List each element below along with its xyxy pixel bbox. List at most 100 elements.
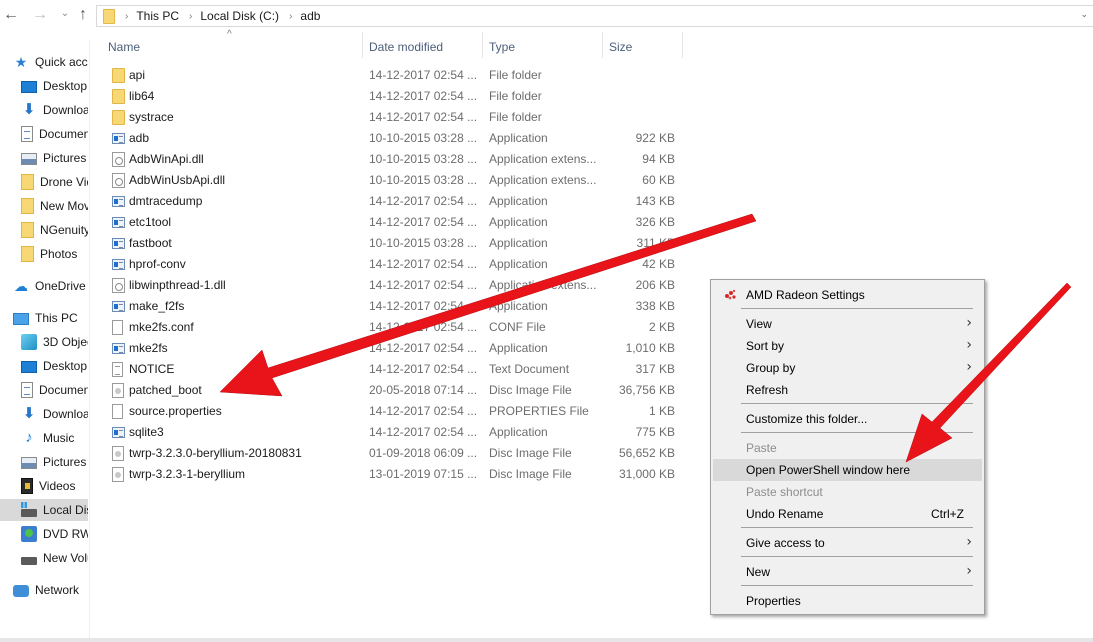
file-row[interactable]: libwinpthread-1.dll 14-12-2017 02:54 ... A… (100, 275, 680, 296)
menu-item-group-by[interactable]: Group by › (713, 357, 982, 379)
sidebar-item-quick-access[interactable]: ★ Quick access (0, 51, 88, 73)
menu-item-undo-rename[interactable]: Undo Rename Ctrl+Z (713, 503, 982, 525)
sidebar-item-pictures-pinned[interactable]: Pictures ✚ (0, 147, 88, 169)
folder-icon (103, 8, 115, 24)
column-header-date-modified[interactable]: Date modified (369, 40, 443, 54)
sidebar-item-downloads[interactable]: ⬇ Downloads (0, 403, 88, 425)
breadcrumb-adb[interactable]: adb (300, 9, 320, 23)
column-divider[interactable] (362, 32, 363, 58)
file-row[interactable]: mke2fs.conf 14-12-2017 02:54 ... CONF File… (100, 317, 680, 338)
menu-item-new[interactable]: New › (713, 561, 982, 583)
file-row[interactable]: hprof-conv 14-12-2017 02:54 ... Applicatio… (100, 254, 680, 275)
address-dropdown-icon[interactable]: ⌄ (1080, 9, 1088, 20)
chevron-right-icon: › (966, 563, 972, 579)
sidebar-item-new-volume[interactable]: New Volume (0, 547, 88, 569)
desktop-icon (21, 81, 37, 93)
file-row[interactable]: patched_boot 20-05-2018 07:14 ... Disc Ima… (100, 380, 680, 401)
file-row[interactable]: AdbWinApi.dll 10-10-2015 03:28 ... Applica… (100, 149, 680, 170)
menu-item-sort-by[interactable]: Sort by › (713, 335, 982, 357)
sidebar-item-local-disk[interactable]: Local Disk (C:) (0, 499, 88, 521)
sidebar-item-label: Pictures (43, 455, 87, 469)
file-row[interactable]: twrp-3.2.3-1-beryllium 13-01-2019 07:15 .… (100, 464, 680, 485)
application-icon (112, 427, 125, 438)
sidebar-item-videos[interactable]: Videos (0, 475, 88, 497)
file-row[interactable]: sqlite3 14-12-2017 02:54 ... Application 77… (100, 422, 680, 443)
sidebar-item-photos[interactable]: Photos (0, 243, 88, 265)
sidebar-item-documents-pinned[interactable]: Documents ✚ (0, 123, 88, 145)
file-date-modified: 10-10-2015 03:28 ... (369, 173, 478, 187)
dll-file-icon (112, 173, 125, 188)
breadcrumb-separator-icon[interactable]: › (125, 11, 128, 22)
sidebar-item-label: Drone Videos (40, 175, 88, 189)
file-date-modified: 14-12-2017 02:54 ... (369, 194, 478, 208)
sidebar-item-downloads-pinned[interactable]: ⬇ Downloads ✚ (0, 99, 88, 121)
file-date-modified: 14-12-2017 02:54 ... (369, 257, 478, 271)
breadcrumb-separator-icon[interactable]: › (189, 11, 192, 22)
column-header-type[interactable]: Type (489, 40, 515, 54)
3d-objects-icon (21, 334, 37, 350)
column-divider[interactable] (682, 32, 683, 58)
column-header-name[interactable]: Name (108, 40, 140, 54)
back-arrow-icon[interactable]: ← (2, 6, 20, 24)
sidebar-item-network[interactable]: Network (0, 579, 88, 601)
recent-locations-chevron-icon[interactable]: ⌄ (56, 8, 74, 19)
file-size: 317 KB (635, 362, 675, 376)
menu-item-properties[interactable]: Properties (713, 590, 982, 612)
file-row[interactable]: adb 10-10-2015 03:28 ... Application 922 KB (100, 128, 680, 149)
breadcrumb-separator-icon[interactable]: › (289, 11, 292, 22)
sidebar-item-ngenuity[interactable]: NGenuity (0, 219, 88, 241)
file-name: lib64 (129, 89, 155, 103)
file-name: twrp-3.2.3.0-beryllium-20180831 (129, 446, 302, 460)
column-header-size[interactable]: Size (609, 40, 632, 54)
file-row[interactable]: twrp-3.2.3.0-beryllium-20180831 01-09-201… (100, 443, 680, 464)
sidebar-item-onedrive[interactable]: ☁ OneDrive (0, 275, 88, 297)
sidebar-item-drone-videos[interactable]: Drone Videos (0, 171, 88, 193)
sidebar-item-music[interactable]: ♪ Music (0, 427, 88, 449)
sidebar-item-new-movies[interactable]: New Movies (0, 195, 88, 217)
file-date-modified: 14-12-2017 02:54 ... (369, 320, 478, 334)
file-row[interactable]: lib64 14-12-2017 02:54 ... File folder (100, 86, 680, 107)
menu-item-paste-shortcut[interactable]: Paste shortcut (713, 481, 982, 503)
sidebar-item-3d-objects[interactable]: 3D Objects (0, 331, 88, 353)
sidebar-item-pictures[interactable]: Pictures (0, 451, 88, 473)
menu-item-amd-radeon-settings[interactable]: AMD Radeon Settings (713, 284, 982, 306)
breadcrumb-local-disk[interactable]: Local Disk (C:) (200, 9, 279, 23)
file-row[interactable]: dmtracedump 14-12-2017 02:54 ... Applicati… (100, 191, 680, 212)
menu-item-label: Properties (746, 594, 801, 608)
sidebar-item-label: 3D Objects (43, 335, 88, 349)
file-row[interactable]: api 14-12-2017 02:54 ... File folder (100, 65, 680, 86)
menu-item-label: Customize this folder... (746, 412, 868, 426)
menu-item-open-powershell[interactable]: Open PowerShell window here (713, 459, 982, 481)
column-divider[interactable] (602, 32, 603, 58)
sidebar-item-label: NGenuity (40, 223, 88, 237)
file-row[interactable]: NOTICE 14-12-2017 02:54 ... Text Document 3… (100, 359, 680, 380)
file-size: 311 KB (636, 236, 675, 250)
sidebar-item-documents[interactable]: Documents (0, 379, 88, 401)
sidebar-item-desktop[interactable]: Desktop (0, 355, 88, 377)
sidebar-item-desktop-pinned[interactable]: Desktop ✚ (0, 75, 88, 97)
menu-item-customize-folder[interactable]: Customize this folder... (713, 408, 982, 430)
sidebar-item-label: Downloads (43, 103, 88, 117)
file-row[interactable]: source.properties 14-12-2017 02:54 ... PRO… (100, 401, 680, 422)
sidebar-item-this-pc[interactable]: This PC (0, 307, 88, 329)
menu-item-refresh[interactable]: Refresh (713, 379, 982, 401)
menu-item-give-access-to[interactable]: Give access to › (713, 532, 982, 554)
file-size: 338 KB (635, 299, 675, 313)
file-type: File folder (489, 110, 542, 124)
up-arrow-icon[interactable]: ↑ (74, 6, 92, 24)
file-row[interactable]: make_f2fs 14-12-2017 02:54 ... Application… (100, 296, 680, 317)
forward-arrow-icon[interactable]: → (31, 6, 49, 24)
sidebar-item-label: DVD RW Drive (43, 527, 88, 541)
sidebar-item-dvd-rw-drive[interactable]: DVD RW Drive (0, 523, 88, 545)
menu-item-paste[interactable]: Paste (713, 437, 982, 459)
file-name: etc1tool (129, 215, 172, 229)
file-row[interactable]: AdbWinUsbApi.dll 10-10-2015 03:28 ... Appl… (100, 170, 680, 191)
column-divider[interactable] (482, 32, 483, 58)
file-row[interactable]: systrace 14-12-2017 02:54 ... File folder (100, 107, 680, 128)
file-row[interactable]: etc1tool 14-12-2017 02:54 ... Application 3… (100, 212, 680, 233)
address-bar[interactable]: › This PC › Local Disk (C:) › adb ⌄ (96, 5, 1093, 27)
breadcrumb-this-pc[interactable]: This PC (136, 9, 179, 23)
file-row[interactable]: mke2fs 14-12-2017 02:54 ... Application 1,0… (100, 338, 680, 359)
file-row[interactable]: fastboot 10-10-2015 03:28 ... Application 3… (100, 233, 680, 254)
menu-item-view[interactable]: View › (713, 313, 982, 335)
